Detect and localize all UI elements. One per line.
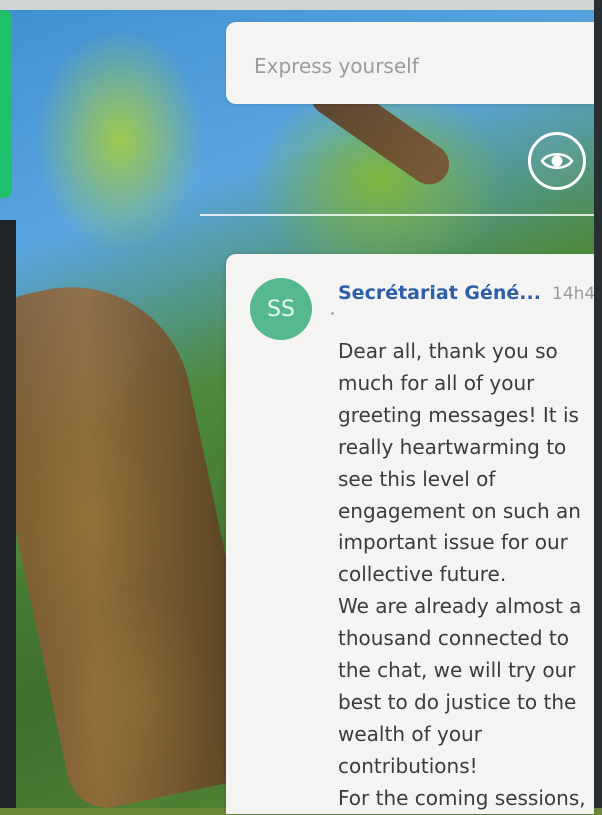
composer-box bbox=[226, 22, 594, 104]
section-divider bbox=[200, 214, 594, 216]
author-name[interactable]: Secrétariat Géné... bbox=[338, 282, 541, 304]
express-yourself-input[interactable] bbox=[252, 48, 576, 84]
active-indicator bbox=[0, 10, 12, 198]
eye-icon bbox=[540, 153, 574, 169]
left-edge-panel bbox=[0, 220, 16, 808]
separator-dot bbox=[331, 312, 334, 315]
top-bar bbox=[0, 0, 602, 10]
avatar[interactable]: SS bbox=[250, 278, 312, 340]
message-paragraph: Dear all, thank you so much for all of y… bbox=[338, 339, 581, 587]
avatar-initials: SS bbox=[267, 296, 295, 322]
visibility-toggle-button[interactable] bbox=[528, 132, 586, 190]
message-paragraph: We are already almost a thousand connect… bbox=[338, 594, 582, 778]
message-body: Dear all, thank you so much for all of y… bbox=[338, 336, 594, 814]
message-card: SS Secrétariat Géné... 14h4 Dear all, th… bbox=[226, 254, 594, 814]
post-timestamp: 14h4 bbox=[552, 284, 594, 304]
message-paragraph: For the coming sessions, bbox=[338, 785, 586, 810]
right-edge-panel bbox=[594, 0, 602, 808]
